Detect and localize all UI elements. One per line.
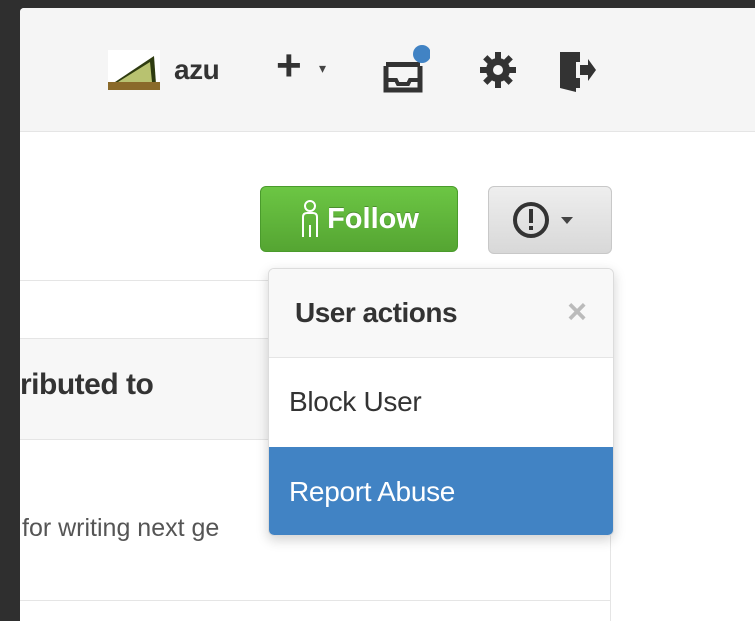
avatar-image: [108, 50, 160, 90]
alert-icon: [513, 202, 573, 238]
user-actions-button[interactable]: [488, 186, 612, 254]
caret-down-icon[interactable]: ▾: [319, 60, 326, 77]
avatar[interactable]: [108, 50, 160, 90]
site-header: azu + ▾: [20, 8, 755, 132]
close-icon[interactable]: ×: [567, 293, 587, 332]
contributed-heading: ributed to: [20, 368, 154, 401]
plus-icon[interactable]: +: [276, 44, 302, 88]
follow-label: Follow: [327, 202, 419, 235]
inbox-icon[interactable]: [382, 44, 431, 96]
panel-divider: [20, 600, 610, 601]
username-link[interactable]: azu: [174, 54, 220, 86]
menu-item-block-user[interactable]: Block User: [269, 357, 613, 447]
page-frame: azu + ▾ Follow ributed to for writing ne…: [20, 8, 755, 621]
dropdown-title: User actions: [295, 297, 458, 328]
sign-out-icon[interactable]: [556, 48, 598, 92]
repo-description: for writing next ge: [22, 514, 220, 542]
gear-icon[interactable]: [478, 50, 518, 90]
dropdown-header: User actions ×: [269, 269, 613, 358]
menu-item-label: Block User: [289, 386, 422, 417]
notification-dot-icon: [413, 45, 431, 63]
menu-item-report-abuse[interactable]: Report Abuse: [269, 447, 613, 535]
follow-button[interactable]: Follow: [260, 186, 458, 252]
menu-item-label: Report Abuse: [289, 476, 456, 507]
user-actions-dropdown: User actions × Block User Report Abuse: [268, 268, 614, 536]
person-icon: [302, 200, 319, 237]
